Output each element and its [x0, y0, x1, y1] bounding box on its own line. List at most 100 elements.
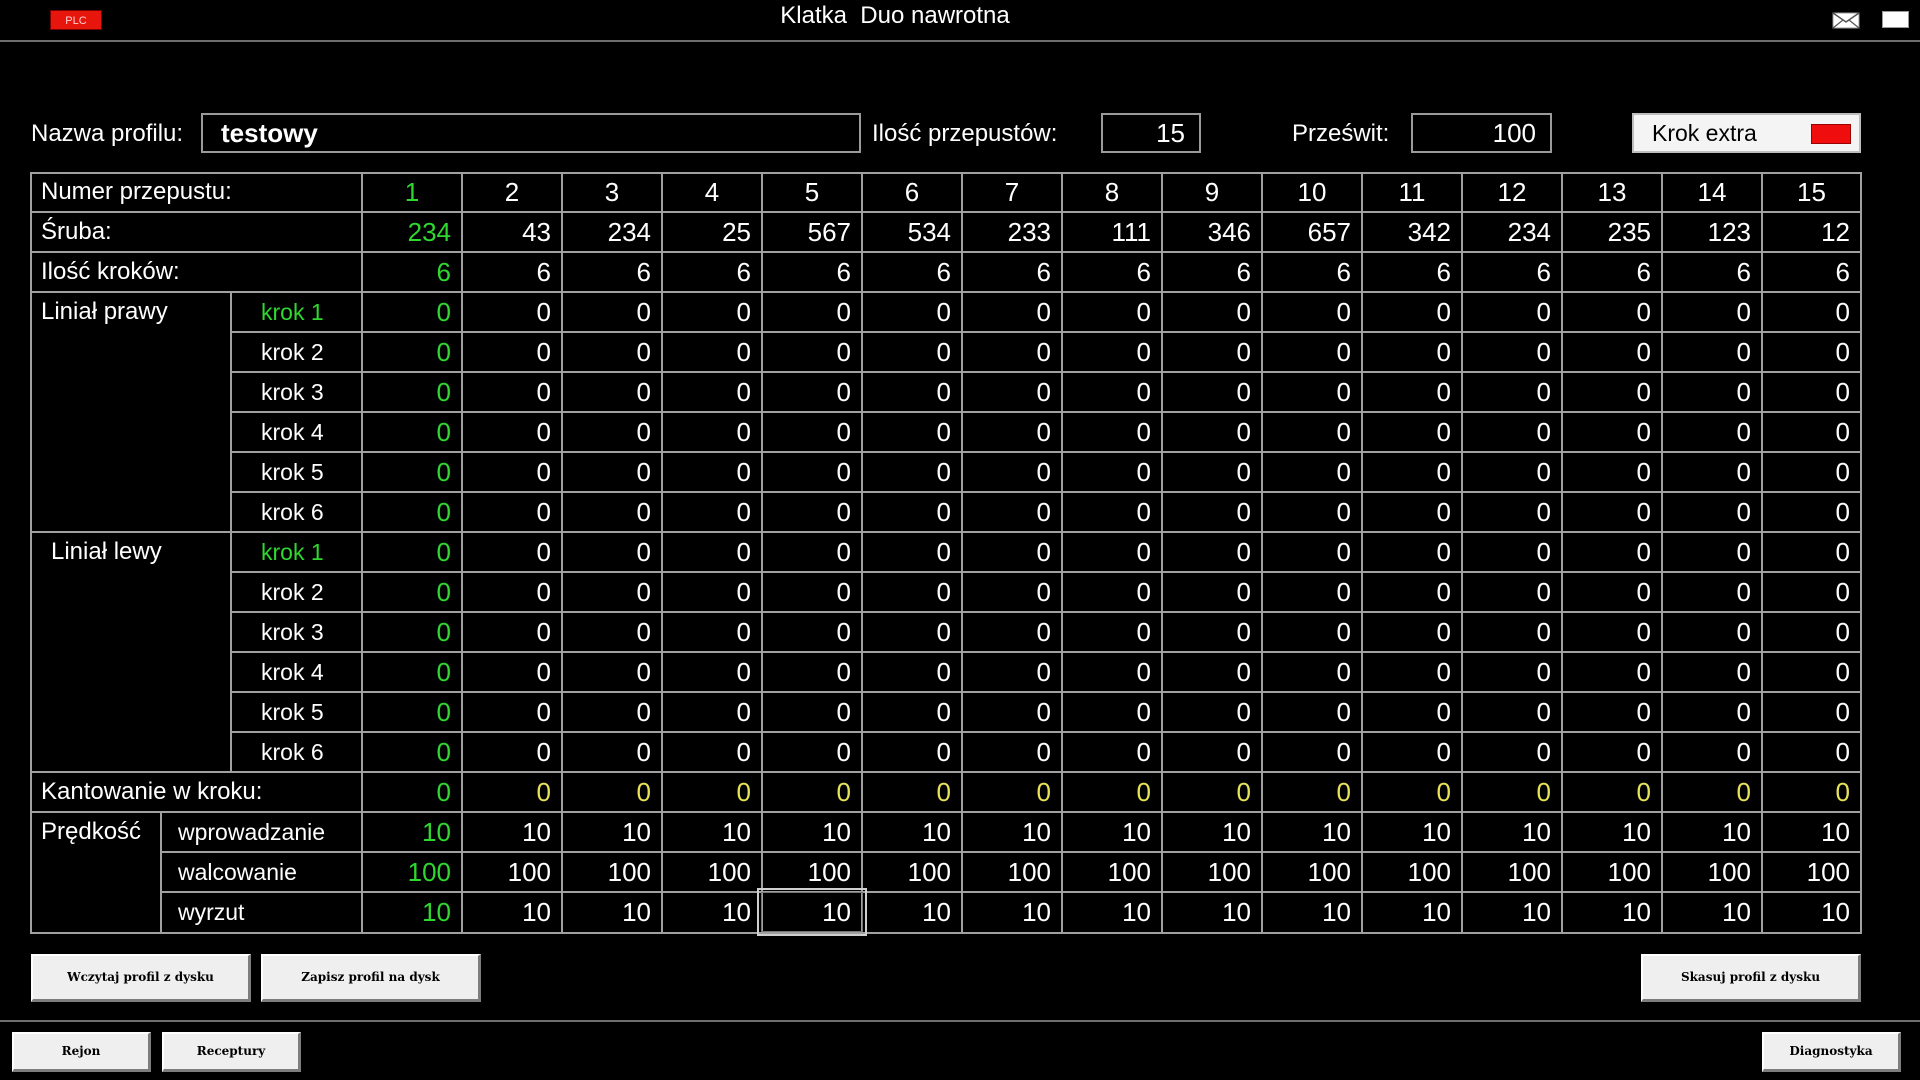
linial-prawy-cell[interactable]: 0 [463, 452, 561, 492]
linial-prawy-cell[interactable]: 0 [663, 372, 761, 412]
linial-lewy-cell[interactable]: 0 [1463, 692, 1561, 732]
pass-count-field[interactable]: 15 [1101, 113, 1201, 153]
linial-prawy-cell[interactable]: 0 [1263, 412, 1361, 452]
linial-prawy-cell[interactable]: 0 [1663, 412, 1761, 452]
linial-prawy-cell[interactable]: 0 [763, 372, 861, 412]
predkosc-cell[interactable]: 10 [1463, 892, 1561, 932]
linial-prawy-cell[interactable]: 0 [963, 372, 1061, 412]
linial-lewy-cell[interactable]: 0 [1463, 572, 1561, 612]
linial-prawy-cell[interactable]: 0 [1463, 292, 1561, 332]
linial-lewy-cell[interactable]: 0 [1063, 732, 1161, 772]
kantowanie-cell[interactable]: 0 [1663, 772, 1761, 812]
linial-lewy-cell[interactable]: 0 [863, 532, 961, 572]
linial-prawy-cell[interactable]: 0 [1063, 332, 1161, 372]
predkosc-cell[interactable]: 10 [1563, 892, 1661, 932]
linial-prawy-cell[interactable]: 0 [1763, 492, 1860, 532]
linial-lewy-cell[interactable]: 0 [663, 532, 761, 572]
predkosc-cell[interactable]: 10 [1463, 812, 1561, 852]
linial-lewy-cell[interactable]: 0 [1763, 692, 1860, 732]
linial-prawy-cell[interactable]: 0 [1763, 292, 1860, 332]
linial-lewy-cell[interactable]: 0 [1663, 692, 1761, 732]
delete-profile-button[interactable]: Skasuj profil z dysku [1641, 954, 1861, 1002]
sruba-cell[interactable]: 342 [1363, 212, 1461, 252]
linial-lewy-cell[interactable]: 0 [1163, 652, 1261, 692]
linial-prawy-cell[interactable]: 0 [1563, 332, 1661, 372]
linial-lewy-cell[interactable]: 0 [963, 692, 1061, 732]
predkosc-cell[interactable]: 100 [1763, 852, 1860, 892]
window-icon[interactable] [1882, 11, 1909, 28]
linial-prawy-cell[interactable]: 0 [663, 492, 761, 532]
ilosc-krokow-cell[interactable]: 6 [1263, 252, 1361, 292]
predkosc-cell[interactable]: 100 [1063, 852, 1161, 892]
linial-prawy-cell[interactable]: 0 [763, 332, 861, 372]
linial-lewy-cell[interactable]: 0 [1263, 572, 1361, 612]
linial-prawy-cell[interactable]: 0 [963, 492, 1061, 532]
linial-prawy-cell[interactable]: 0 [1763, 412, 1860, 452]
linial-lewy-cell[interactable]: 0 [1263, 692, 1361, 732]
linial-lewy-cell[interactable]: 0 [1263, 532, 1361, 572]
linial-prawy-cell[interactable]: 0 [1463, 492, 1561, 532]
linial-prawy-cell[interactable]: 0 [363, 452, 461, 492]
sruba-cell[interactable]: 12 [1763, 212, 1860, 252]
sruba-cell[interactable]: 567 [763, 212, 861, 252]
kantowanie-cell[interactable]: 0 [1263, 772, 1361, 812]
linial-prawy-cell[interactable]: 0 [1563, 292, 1661, 332]
predkosc-cell[interactable]: 100 [1563, 852, 1661, 892]
linial-prawy-cell[interactable]: 0 [1063, 372, 1161, 412]
linial-lewy-cell[interactable]: 0 [563, 612, 661, 652]
linial-prawy-cell[interactable]: 0 [1363, 332, 1461, 372]
linial-lewy-cell[interactable]: 0 [1663, 732, 1761, 772]
mail-icon[interactable] [1832, 12, 1860, 29]
linial-prawy-cell[interactable]: 0 [363, 412, 461, 452]
linial-prawy-cell[interactable]: 0 [1363, 292, 1461, 332]
linial-prawy-cell[interactable]: 0 [763, 452, 861, 492]
kantowanie-cell[interactable]: 0 [1763, 772, 1860, 812]
linial-prawy-cell[interactable]: 0 [1663, 292, 1761, 332]
kantowanie-cell[interactable]: 0 [1563, 772, 1661, 812]
ilosc-krokow-cell[interactable]: 6 [763, 252, 861, 292]
linial-prawy-cell[interactable]: 0 [1463, 372, 1561, 412]
linial-lewy-cell[interactable]: 0 [1163, 612, 1261, 652]
linial-lewy-cell[interactable]: 0 [1263, 652, 1361, 692]
krok-extra-button[interactable]: Krok extra [1632, 113, 1861, 153]
predkosc-cell[interactable]: 10 [1663, 892, 1761, 932]
linial-prawy-cell[interactable]: 0 [1063, 452, 1161, 492]
linial-prawy-cell[interactable]: 0 [1363, 412, 1461, 452]
kantowanie-cell[interactable]: 0 [763, 772, 861, 812]
sruba-cell[interactable]: 346 [1163, 212, 1261, 252]
predkosc-cell[interactable]: 10 [663, 812, 761, 852]
ilosc-krokow-cell[interactable]: 6 [863, 252, 961, 292]
linial-prawy-cell[interactable]: 0 [863, 332, 961, 372]
linial-prawy-cell[interactable]: 0 [1663, 332, 1761, 372]
linial-prawy-cell[interactable]: 0 [463, 492, 561, 532]
linial-lewy-cell[interactable]: 0 [463, 692, 561, 732]
linial-prawy-cell[interactable]: 0 [1263, 292, 1361, 332]
linial-prawy-cell[interactable]: 0 [563, 492, 661, 532]
linial-lewy-cell[interactable]: 0 [1663, 652, 1761, 692]
linial-prawy-cell[interactable]: 0 [763, 492, 861, 532]
linial-prawy-cell[interactable]: 0 [363, 372, 461, 412]
predkosc-cell[interactable]: 10 [1163, 892, 1261, 932]
predkosc-cell[interactable]: 10 [663, 892, 761, 932]
linial-lewy-cell[interactable]: 0 [563, 732, 661, 772]
linial-lewy-cell[interactable]: 0 [563, 532, 661, 572]
linial-lewy-cell[interactable]: 0 [363, 532, 461, 572]
linial-prawy-cell[interactable]: 0 [963, 332, 1061, 372]
linial-lewy-cell[interactable]: 0 [1663, 532, 1761, 572]
predkosc-cell[interactable]: 100 [563, 852, 661, 892]
linial-lewy-cell[interactable]: 0 [1363, 652, 1461, 692]
linial-lewy-cell[interactable]: 0 [1563, 732, 1661, 772]
ilosc-krokow-cell[interactable]: 6 [463, 252, 561, 292]
linial-lewy-cell[interactable]: 0 [763, 732, 861, 772]
linial-prawy-cell[interactable]: 0 [463, 292, 561, 332]
linial-lewy-cell[interactable]: 0 [863, 692, 961, 732]
linial-prawy-cell[interactable]: 0 [1163, 492, 1261, 532]
linial-lewy-cell[interactable]: 0 [1063, 652, 1161, 692]
linial-lewy-cell[interactable]: 0 [863, 572, 961, 612]
linial-lewy-cell[interactable]: 0 [563, 652, 661, 692]
predkosc-cell[interactable]: 10 [763, 892, 861, 932]
ilosc-krokow-cell[interactable]: 6 [1563, 252, 1661, 292]
linial-prawy-cell[interactable]: 0 [1263, 332, 1361, 372]
predkosc-cell[interactable]: 10 [1163, 812, 1261, 852]
sruba-cell[interactable]: 43 [463, 212, 561, 252]
